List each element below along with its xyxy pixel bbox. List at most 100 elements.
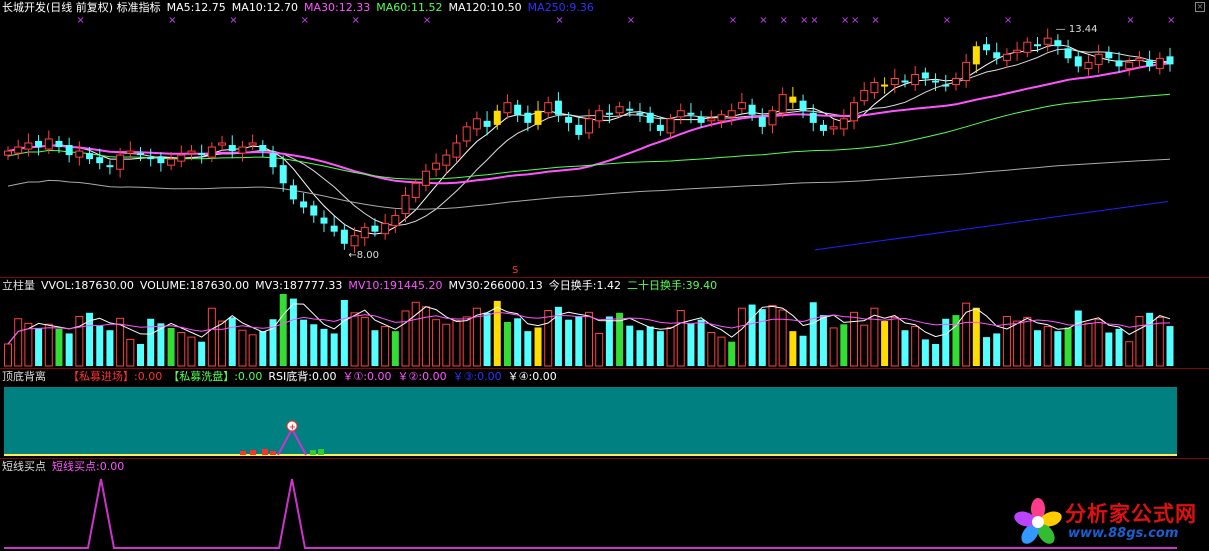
candle-107 <box>1094 44 1103 73</box>
candle-6 <box>65 137 73 163</box>
volume-bar-70 <box>717 336 726 367</box>
x-marker-2: × <box>229 15 237 26</box>
volume-bar-40 <box>411 301 420 367</box>
ma-label-5: MA250:9.36 <box>527 1 594 14</box>
volume-bar-36 <box>371 330 379 366</box>
volume-bar-28 <box>289 298 297 366</box>
volume-bar-75 <box>768 304 777 367</box>
candle-29 <box>300 192 308 214</box>
candle-10 <box>106 160 114 175</box>
volume-bar-76 <box>778 309 787 367</box>
x-marker-11: × <box>800 15 808 26</box>
candle-22 <box>228 135 236 159</box>
candle-31 <box>320 210 328 233</box>
candle-9 <box>96 148 104 170</box>
divergence-tick-1 <box>250 450 256 455</box>
volume-bar-34 <box>350 312 359 367</box>
volume-bar-23 <box>238 329 247 367</box>
logo-url: www.88gs.com <box>1068 526 1179 541</box>
main-price-panel[interactable]: × × × × × × × × × × × × × × × × × × × × — 13.44 ←8.00 S 长城开发(日… <box>0 0 1209 277</box>
close-icon[interactable]: × <box>1195 2 1205 12</box>
candle-30 <box>310 200 318 223</box>
candle-14 <box>147 148 155 167</box>
volume-bar-66 <box>676 310 685 367</box>
divergence-tick-0 <box>240 451 246 455</box>
divergence-tick-2 <box>262 449 268 455</box>
volume-header: 立柱量 VVOL:187630.00 VOLUME:187630.00 MV3:187… <box>2 279 729 293</box>
volume-bar-63 <box>646 326 654 366</box>
candle-81 <box>829 119 838 135</box>
volume-bar-62 <box>636 330 644 366</box>
divergence-peak-plus: + <box>289 423 296 432</box>
candle-45 <box>462 122 471 148</box>
x-marker-14: × <box>851 15 859 26</box>
volume-label-2: MV3:187777.33 <box>255 279 343 292</box>
divergence-label-2: RSI底背:0.00 <box>268 370 337 383</box>
candle-44 <box>452 134 461 162</box>
volume-bar-65 <box>666 326 675 367</box>
candle-77 <box>789 86 797 109</box>
candle-49 <box>503 94 512 119</box>
candlestick-chart[interactable]: × × × × × × × × × × × × × × × × × × × ×— 13.44←8.00S <box>0 0 1209 277</box>
volume-bar-33 <box>340 299 348 366</box>
candle-71 <box>727 103 736 126</box>
volume-bar-77 <box>789 331 797 366</box>
volume-bar-74 <box>758 309 766 366</box>
volume-bar-22 <box>228 317 236 366</box>
volume-bar-102 <box>1043 326 1052 367</box>
volume-bar-17 <box>177 332 186 367</box>
volume-bar-108 <box>1105 332 1113 366</box>
candle-25 <box>259 140 267 158</box>
candle-96 <box>983 36 991 56</box>
volume-bar-13 <box>137 343 145 366</box>
divergence-header: 顶底背离 【私募进场】:0.00 【私募洗盘】:0.00 RSI底背:0.00 ￥①:0… <box>2 370 569 384</box>
volume-bar-99 <box>1013 320 1022 367</box>
volume-bar-73 <box>748 304 756 366</box>
candle-43 <box>442 149 451 174</box>
candle-106 <box>1084 55 1093 76</box>
candle-83 <box>850 96 859 130</box>
candle-97 <box>993 42 1001 65</box>
volume-bar-112 <box>1146 312 1154 366</box>
high-label: — 13.44 <box>1056 24 1098 35</box>
candle-67 <box>687 103 695 124</box>
candle-105 <box>1074 51 1082 73</box>
volume-bar-100 <box>1023 316 1032 367</box>
candle-63 <box>646 106 654 132</box>
volume-bar-19 <box>198 341 206 366</box>
x-marker-3: × <box>301 15 309 26</box>
x-marker-5: × <box>423 15 431 26</box>
x-marker-0: × <box>76 15 84 26</box>
x-marker-12: × <box>810 15 818 26</box>
divergence-label-1: 【私募洗盘】:0.00 <box>168 370 263 383</box>
divergence-panel[interactable]: + 顶底背离 【私募进场】:0.00 【私募洗盘】:0.00 RSI底背:0.00 ￥①… <box>0 369 1209 458</box>
candle-75 <box>768 105 777 134</box>
candle-99 <box>1013 41 1022 61</box>
candle-38 <box>391 209 400 233</box>
main-header: 长城开发(日线 前复权) 标准指标 MA5:12.75 MA10:12.70 MA30… <box>2 1 606 15</box>
volume-bar-6 <box>65 333 73 366</box>
short-buy-label-0: 短线买点:0.00 <box>52 460 125 473</box>
volume-bar-51 <box>524 331 532 366</box>
candle-64 <box>656 116 664 136</box>
divergence-label-0: 【私募进场】:0.00 <box>68 370 163 383</box>
ma-label-4: MA120:10.50 <box>448 1 522 14</box>
divergence-label-6: ￥④:0.00 <box>507 370 557 383</box>
volume-label-1: VOLUME:187630.00 <box>139 279 250 292</box>
candle-92 <box>942 74 950 92</box>
candle-12 <box>126 141 135 158</box>
volume-panel[interactable]: 立柱量 VVOL:187630.00 VOLUME:187630.00 MV3:187… <box>0 278 1209 368</box>
x-marker-9: × <box>759 15 767 26</box>
volume-bar-9 <box>96 325 104 366</box>
volume-bar-104 <box>1064 327 1072 366</box>
candle-41 <box>421 163 430 192</box>
ma-label-3: MA60:11.52 <box>376 1 443 14</box>
candle-7 <box>75 141 84 166</box>
volume-bar-55 <box>565 319 573 366</box>
divergence-tick-3 <box>270 451 276 455</box>
volume-bar-27 <box>279 294 287 366</box>
volume-bar-14 <box>147 318 155 366</box>
volume-bar-42 <box>432 319 441 367</box>
candle-1 <box>14 139 23 160</box>
volume-label-6: 二十日换手:39.40 <box>626 279 718 292</box>
